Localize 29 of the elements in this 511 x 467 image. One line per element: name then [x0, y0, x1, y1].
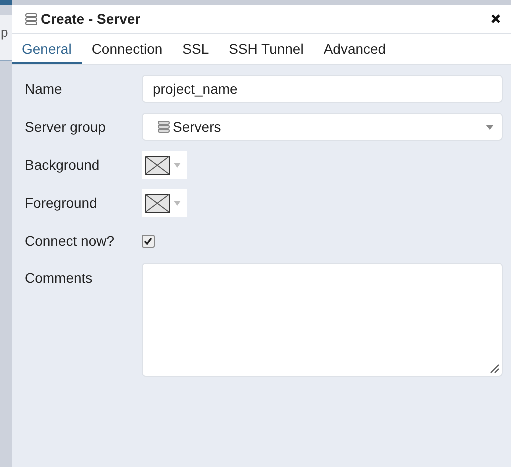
- server-icon: [158, 121, 170, 133]
- server-group-dropdown[interactable]: Servers: [142, 113, 503, 141]
- field-label: Server group: [25, 119, 107, 135]
- field-label: Name: [25, 81, 64, 97]
- color-picker[interactable]: [142, 151, 187, 179]
- tab[interactable]: General: [12, 34, 82, 64]
- field-label: Background: [25, 157, 101, 173]
- tab[interactable]: Connection: [82, 34, 173, 64]
- close-icon[interactable]: [491, 14, 501, 24]
- check-icon: [143, 236, 154, 246]
- name-input-field[interactable]: project_name: [142, 75, 503, 103]
- tab[interactable]: SSL: [172, 34, 220, 64]
- field-label: Connect now?: [25, 233, 116, 249]
- resize-handle-icon: [490, 364, 500, 374]
- caret-icon: [174, 200, 181, 206]
- caret-icon: [174, 162, 181, 168]
- window-title: Create - Server: [41, 11, 142, 27]
- tab-label: p: [1, 25, 8, 40]
- empty-color-icon: [145, 156, 170, 174]
- header-bar: [0, 0, 12, 5]
- server-icon: [25, 12, 38, 26]
- empty-color-icon: [145, 194, 170, 212]
- tab[interactable]: Advanced: [314, 34, 396, 64]
- checkbox[interactable]: [142, 234, 155, 248]
- field-label: Foreground: [25, 195, 98, 211]
- tab[interactable]: SSH Tunnel: [219, 34, 314, 64]
- field-label: Comments: [25, 269, 94, 286]
- caret-icon: [486, 124, 494, 130]
- color-picker[interactable]: [142, 189, 187, 217]
